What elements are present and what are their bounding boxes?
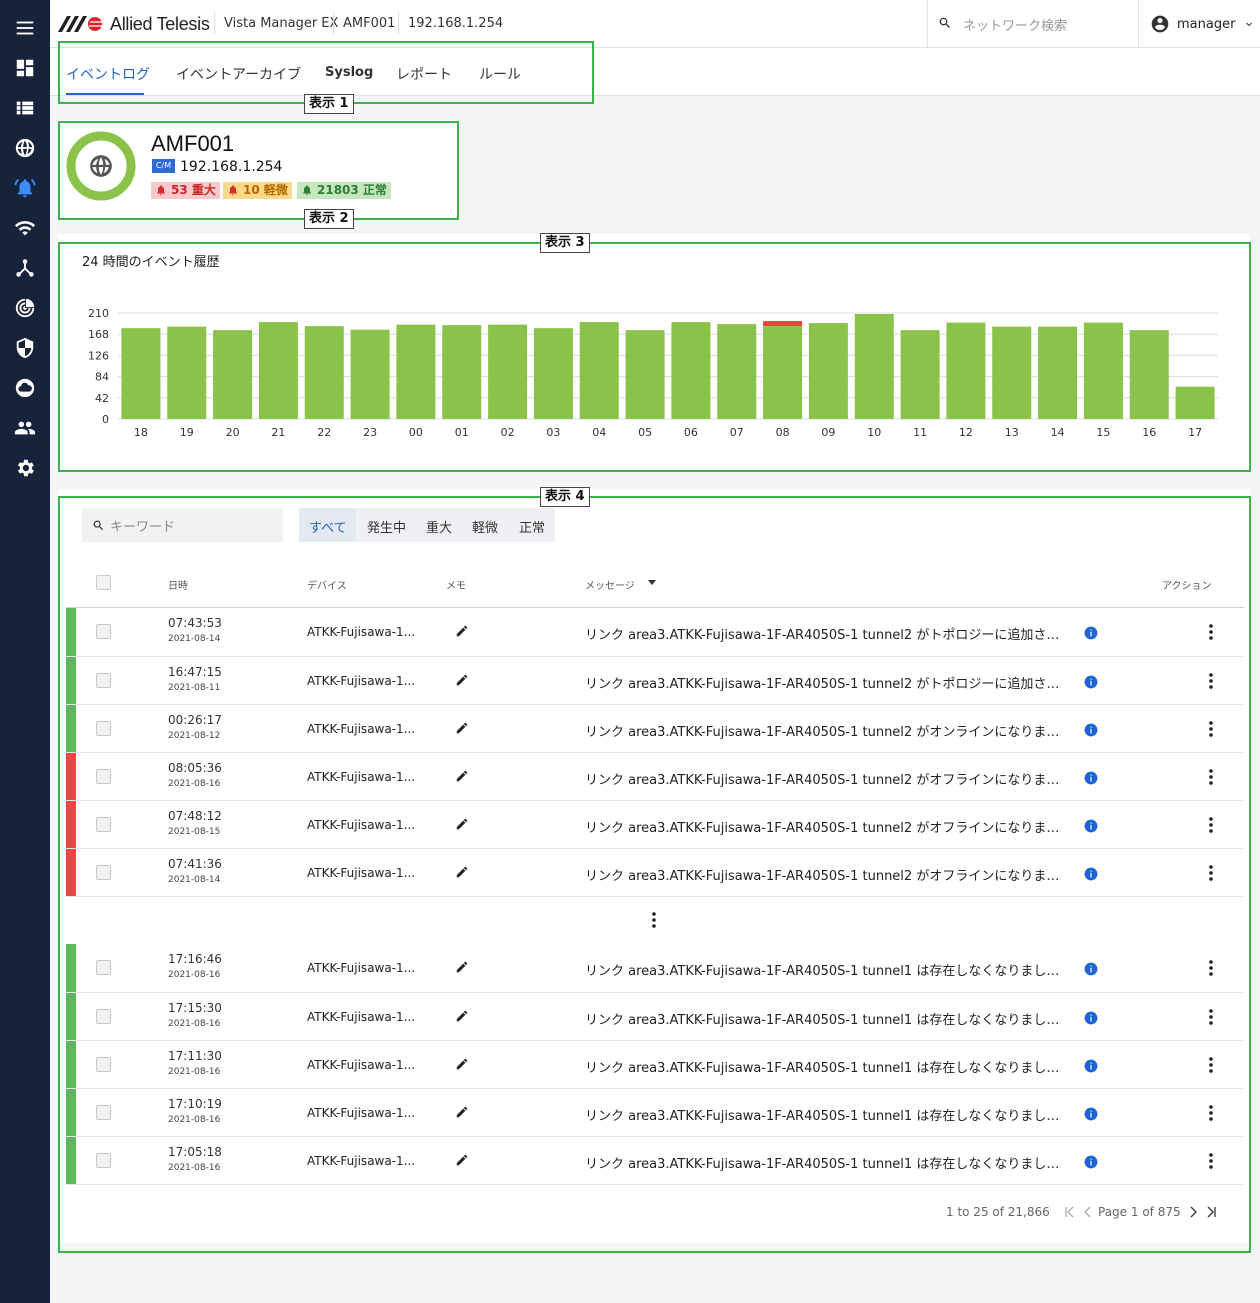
search-icon <box>939 17 950 28</box>
company-logo: Allied Telesis <box>58 13 210 35</box>
allied-telesis-logo-mark <box>58 16 104 32</box>
annotation-label-2: 表示 2 <box>304 209 354 229</box>
user-menu[interactable]: manager <box>1150 14 1255 34</box>
breadcrumb-device[interactable]: AMF001 <box>343 16 395 31</box>
annotation-box-4 <box>58 496 1251 1253</box>
account-icon <box>1151 15 1169 33</box>
logo-text: Allied Telesis <box>110 13 210 34</box>
annotation-label-3: 表示 3 <box>540 233 590 253</box>
wifi-icon[interactable] <box>12 215 38 241</box>
bell-icon[interactable] <box>12 175 38 201</box>
globe-icon[interactable] <box>12 135 38 161</box>
annotation-box-3 <box>58 242 1251 472</box>
user-name: manager <box>1177 16 1236 32</box>
topology-icon[interactable] <box>12 255 38 281</box>
network-search-placeholder: ネットワーク検索 <box>963 19 1068 34</box>
radar-icon[interactable] <box>12 295 38 321</box>
shield-icon[interactable] <box>12 335 38 361</box>
gear-icon[interactable] <box>12 455 38 481</box>
annotation-box-2 <box>58 121 459 220</box>
product-name: Vista Manager EX <box>224 16 339 31</box>
list-icon[interactable] <box>12 95 38 121</box>
breadcrumb-ip[interactable]: 192.168.1.254 <box>408 16 503 31</box>
network-search[interactable]: ネットワーク検索 <box>927 0 1139 47</box>
users-icon[interactable] <box>12 415 38 441</box>
menu-icon[interactable] <box>12 15 38 41</box>
annotation-label-1: 表示 1 <box>304 94 354 114</box>
dashboard-icon[interactable] <box>12 55 38 81</box>
annotation-label-4: 表示 4 <box>540 487 590 507</box>
sidebar <box>0 0 50 1303</box>
cloud-icon[interactable] <box>12 375 38 401</box>
chevron-down-icon <box>1246 22 1253 27</box>
